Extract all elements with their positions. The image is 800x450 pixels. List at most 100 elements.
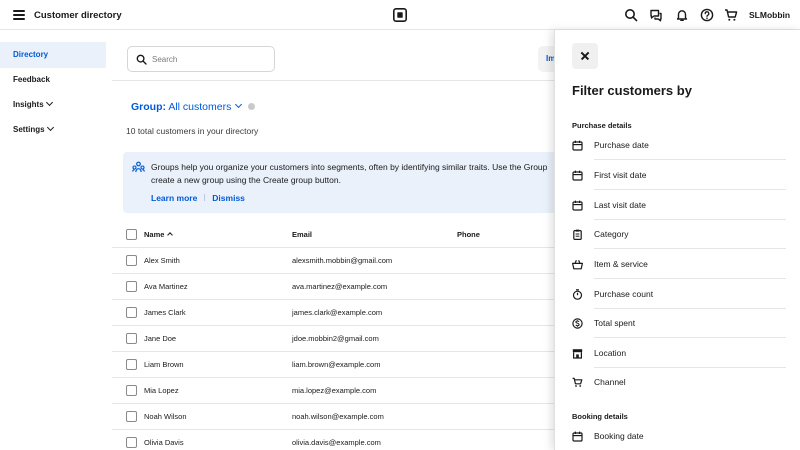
filter-item-label: Channel xyxy=(594,377,626,387)
divider xyxy=(112,80,554,81)
filter-item-total-spent[interactable]: Total spent xyxy=(572,309,786,338)
chevron-down-icon xyxy=(45,98,53,107)
dollar-icon xyxy=(572,318,583,329)
section-heading-purchase-details: Purchase details xyxy=(572,121,632,130)
divider xyxy=(594,337,786,338)
total-count-text: 10 total customers in your directory xyxy=(126,126,259,136)
filter-item-channel[interactable]: Channel xyxy=(572,368,786,397)
customer-name: Liam Brown xyxy=(144,360,184,369)
table-row[interactable]: Alex Smith alexsmith.mobbin@gmail.com xyxy=(112,248,554,274)
stopwatch-icon xyxy=(572,289,583,300)
calendar-icon xyxy=(572,431,583,442)
customer-name: Mia Lopez xyxy=(144,386,179,395)
calendar-icon xyxy=(572,140,583,151)
filter-item-last-visit-date[interactable]: Last visit date xyxy=(572,191,786,220)
customer-email: alexsmith.mobbin@gmail.com xyxy=(292,256,393,265)
main-content: Im Group: All customers 10 total custome… xyxy=(112,30,554,450)
square-logo-icon[interactable] xyxy=(393,8,407,22)
table-row[interactable]: Noah Wilson noah.wilson@example.com xyxy=(112,404,554,430)
hamburger-menu-icon[interactable] xyxy=(13,10,25,20)
page-title: Customer directory xyxy=(34,10,122,21)
close-button[interactable] xyxy=(572,43,598,69)
table-row[interactable]: Liam Brown liam.brown@example.com xyxy=(112,352,554,378)
filter-item-category[interactable]: Category xyxy=(572,220,786,249)
cart-icon[interactable] xyxy=(724,8,738,22)
dismiss-link[interactable]: Dismiss xyxy=(212,193,245,203)
customer-name: Olivia Davis xyxy=(144,438,184,447)
row-checkbox[interactable] xyxy=(126,385,137,396)
sidebar-item-insights[interactable]: Insights xyxy=(0,92,106,118)
phone-column-header[interactable]: Phone xyxy=(457,222,480,248)
customer-name: Alex Smith xyxy=(144,256,180,265)
calendar-icon xyxy=(572,170,583,181)
divider xyxy=(594,278,786,279)
import-button[interactable]: Im xyxy=(538,46,554,72)
calendar-icon xyxy=(572,200,583,211)
row-checkbox[interactable] xyxy=(126,307,137,318)
help-icon[interactable] xyxy=(700,8,714,22)
filter-item-label: Purchase count xyxy=(594,289,654,299)
filter-item-booking-date[interactable]: Booking date xyxy=(572,422,786,450)
search-box[interactable] xyxy=(127,46,275,72)
filter-item-purchase-date[interactable]: Purchase date xyxy=(572,131,786,160)
divider xyxy=(594,189,786,190)
sidebar: Directory Feedback Insights Settings xyxy=(0,30,112,450)
sidebar-item-label: Insights xyxy=(13,100,44,109)
banner-text: Groups help you organize your customers … xyxy=(151,162,548,185)
top-bar: Customer directory SLMobbin xyxy=(0,0,800,30)
row-checkbox[interactable] xyxy=(126,281,137,292)
table-row[interactable]: Ava Martinez ava.martinez@example.com xyxy=(112,274,554,300)
table-row[interactable]: Mia Lopez mia.lopez@example.com xyxy=(112,378,554,404)
filter-item-purchase-count[interactable]: Purchase count xyxy=(572,280,786,309)
table-row[interactable]: Olivia Davis olivia.davis@example.com xyxy=(112,430,554,450)
messages-icon[interactable] xyxy=(649,8,663,22)
filter-item-location[interactable]: Location xyxy=(572,339,786,368)
customer-email: olivia.davis@example.com xyxy=(292,438,381,447)
table-row[interactable]: James Clark james.clark@example.com xyxy=(112,300,554,326)
customer-name: Ava Martinez xyxy=(144,282,188,291)
sidebar-item-label: Feedback xyxy=(13,75,50,84)
row-checkbox[interactable] xyxy=(126,333,137,344)
customer-email: james.clark@example.com xyxy=(292,308,383,317)
divider xyxy=(594,159,786,160)
sidebar-item-label: Settings xyxy=(13,125,45,134)
search-icon[interactable] xyxy=(624,8,638,22)
username[interactable]: SLMobbin xyxy=(749,10,790,20)
name-column-header[interactable]: Name xyxy=(144,222,174,248)
filter-item-first-visit-date[interactable]: First visit date xyxy=(572,161,786,190)
filter-item-label: Booking date xyxy=(594,431,644,441)
select-all-checkbox[interactable] xyxy=(126,229,137,240)
sidebar-item-settings[interactable]: Settings xyxy=(0,117,106,143)
customer-email: mia.lopez@example.com xyxy=(292,386,377,395)
info-icon[interactable] xyxy=(248,103,256,110)
basket-icon xyxy=(572,259,583,270)
filter-item-label: Total spent xyxy=(594,318,636,328)
chevron-down-icon xyxy=(46,123,54,132)
table-row[interactable]: Jane Doe jdoe.mobbin2@gmail.com xyxy=(112,326,554,352)
section-heading-booking-details: Booking details xyxy=(572,412,628,421)
learn-more-link[interactable]: Learn more xyxy=(151,193,197,203)
row-checkbox[interactable] xyxy=(126,411,137,422)
group-selector[interactable]: Group: All customers xyxy=(131,100,256,113)
sidebar-item-feedback[interactable]: Feedback xyxy=(0,67,106,93)
filter-item-label: Item & service xyxy=(594,259,648,269)
customer-email: liam.brown@example.com xyxy=(292,360,381,369)
row-checkbox[interactable] xyxy=(126,255,137,266)
filter-item-label: Category xyxy=(594,229,629,239)
groups-info-banner: Groups help you organize your customers … xyxy=(123,152,554,213)
email-column-header[interactable]: Email xyxy=(292,222,312,248)
search-input[interactable] xyxy=(152,51,270,68)
divider xyxy=(594,248,786,249)
filter-item-label: Last visit date xyxy=(594,200,646,210)
filter-item-item-service[interactable]: Item & service xyxy=(572,250,786,279)
drawer-title: Filter customers by xyxy=(572,83,692,98)
customer-email: jdoe.mobbin2@gmail.com xyxy=(292,334,379,343)
customer-email: noah.wilson@example.com xyxy=(292,412,384,421)
sort-ascending-icon xyxy=(167,232,174,238)
customer-email: ava.martinez@example.com xyxy=(292,282,388,291)
row-checkbox[interactable] xyxy=(126,437,137,448)
sidebar-item-directory[interactable]: Directory xyxy=(0,42,106,68)
group-value[interactable]: All customers xyxy=(168,101,231,113)
bell-icon[interactable] xyxy=(675,8,689,22)
row-checkbox[interactable] xyxy=(126,359,137,370)
